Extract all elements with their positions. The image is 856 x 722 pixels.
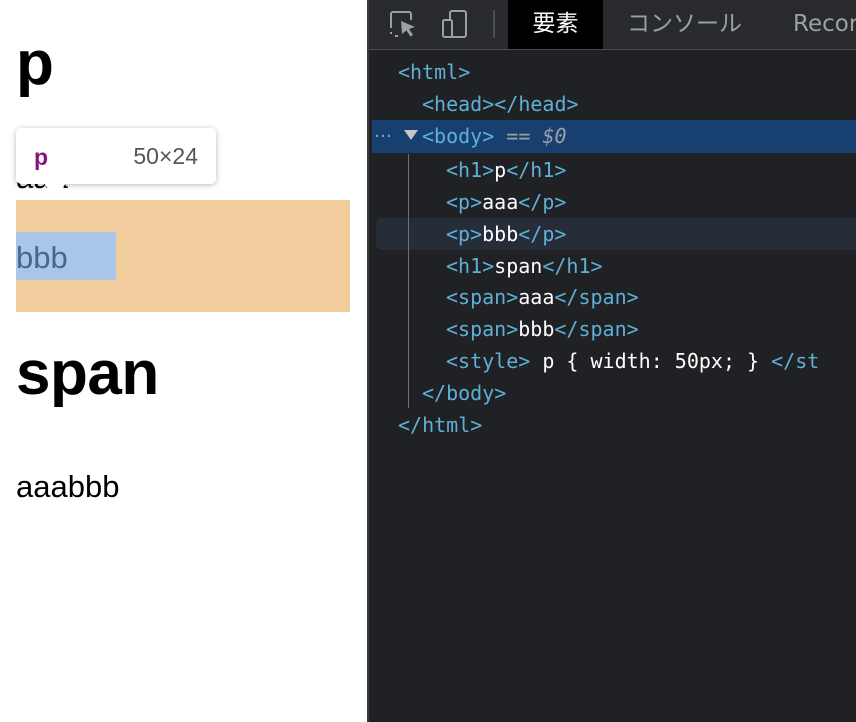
dom-node-p-aaa[interactable]: <p>aaa</p> bbox=[446, 186, 566, 218]
dom-tag: </span> bbox=[554, 317, 639, 341]
selected-eq: == bbox=[506, 124, 531, 148]
span-line: aaabbb bbox=[16, 469, 119, 505]
dom-text: p bbox=[494, 158, 507, 182]
inspect-element-icon[interactable] bbox=[387, 8, 419, 40]
dom-tag: <html> bbox=[398, 60, 471, 84]
dom-text: p { width: 50px; } bbox=[530, 349, 772, 373]
dom-tag: </html> bbox=[398, 413, 483, 437]
node-menu-ellipsis[interactable]: … bbox=[374, 121, 393, 142]
inspect-tooltip: p 50×24 bbox=[16, 128, 216, 199]
tooltip-arrow bbox=[44, 183, 66, 199]
dom-tag: </h1> bbox=[506, 158, 567, 182]
tab-recorder[interactable]: Recor bbox=[793, 0, 856, 49]
page-viewport: p aaa bbb span aaabbb p 50×24 bbox=[0, 0, 367, 722]
tooltip-dimensions: 50×24 bbox=[133, 143, 198, 169]
dom-node-h1-span[interactable]: <h1>span</h1> bbox=[446, 250, 603, 282]
devtools-panel: 要素 コンソール Recor … <html> <head></head> <b… bbox=[367, 0, 856, 722]
dom-tag: </body> bbox=[422, 381, 507, 405]
dom-text: bbb bbox=[482, 222, 519, 246]
toolbar-separator bbox=[493, 10, 495, 38]
dom-tag: <h1> bbox=[446, 254, 495, 278]
dom-node-h1-p[interactable]: <h1>p</h1> bbox=[446, 154, 566, 186]
dom-node-style[interactable]: <style> p { width: 50px; } </st bbox=[446, 345, 819, 377]
dom-node-body[interactable]: <body> == $0 bbox=[422, 120, 567, 152]
dom-text: bbb bbox=[518, 317, 555, 341]
dom-tag: <span> bbox=[446, 317, 519, 341]
dom-node-head[interactable]: <head></head> bbox=[422, 88, 579, 120]
dom-tag: <p> bbox=[446, 222, 483, 246]
dom-tag: <span> bbox=[446, 285, 519, 309]
selected-ref: $0 bbox=[542, 124, 567, 148]
dom-tag: </p> bbox=[518, 190, 567, 214]
tab-elements[interactable]: 要素 bbox=[508, 0, 603, 49]
dom-node-span-aaa[interactable]: <span>aaa</span> bbox=[446, 281, 639, 313]
dom-tag: </st bbox=[771, 349, 820, 373]
dom-node-body-close[interactable]: </body> bbox=[422, 377, 506, 409]
dom-tag: <body> bbox=[422, 124, 495, 148]
span-bbb: bbb bbox=[67, 469, 120, 504]
expand-triangle-icon[interactable] bbox=[404, 130, 418, 140]
heading-span: span bbox=[16, 339, 159, 408]
dom-text: aaa bbox=[518, 285, 555, 309]
devtools-toolbar: 要素 コンソール Recor bbox=[369, 0, 856, 50]
tooltip-tag-name: p bbox=[34, 144, 49, 170]
dom-tag: </p> bbox=[518, 222, 567, 246]
dom-node-html-open[interactable]: <html> bbox=[398, 56, 470, 88]
dom-tag: <h1> bbox=[446, 158, 495, 182]
tab-console[interactable]: コンソール bbox=[627, 0, 742, 49]
dom-tag: <head></head> bbox=[422, 92, 579, 116]
span-aaa: aaa bbox=[16, 469, 68, 504]
dom-tag: </span> bbox=[554, 285, 639, 309]
dom-node-html-close[interactable]: </html> bbox=[398, 409, 482, 441]
dom-tag: <style> bbox=[446, 349, 531, 373]
dom-text: span bbox=[494, 254, 543, 278]
paragraph-bbb: bbb bbox=[16, 240, 68, 275]
device-toolbar-icon[interactable] bbox=[439, 8, 471, 40]
indent-guide bbox=[408, 154, 409, 408]
dom-text: aaa bbox=[482, 190, 519, 214]
dom-tag: </h1> bbox=[542, 254, 603, 278]
heading-p: p bbox=[16, 29, 54, 98]
dom-node-span-bbb[interactable]: <span>bbb</span> bbox=[446, 313, 639, 345]
dom-node-p-bbb[interactable]: <p>bbb</p> bbox=[446, 218, 566, 250]
dom-tag: <p> bbox=[446, 190, 483, 214]
